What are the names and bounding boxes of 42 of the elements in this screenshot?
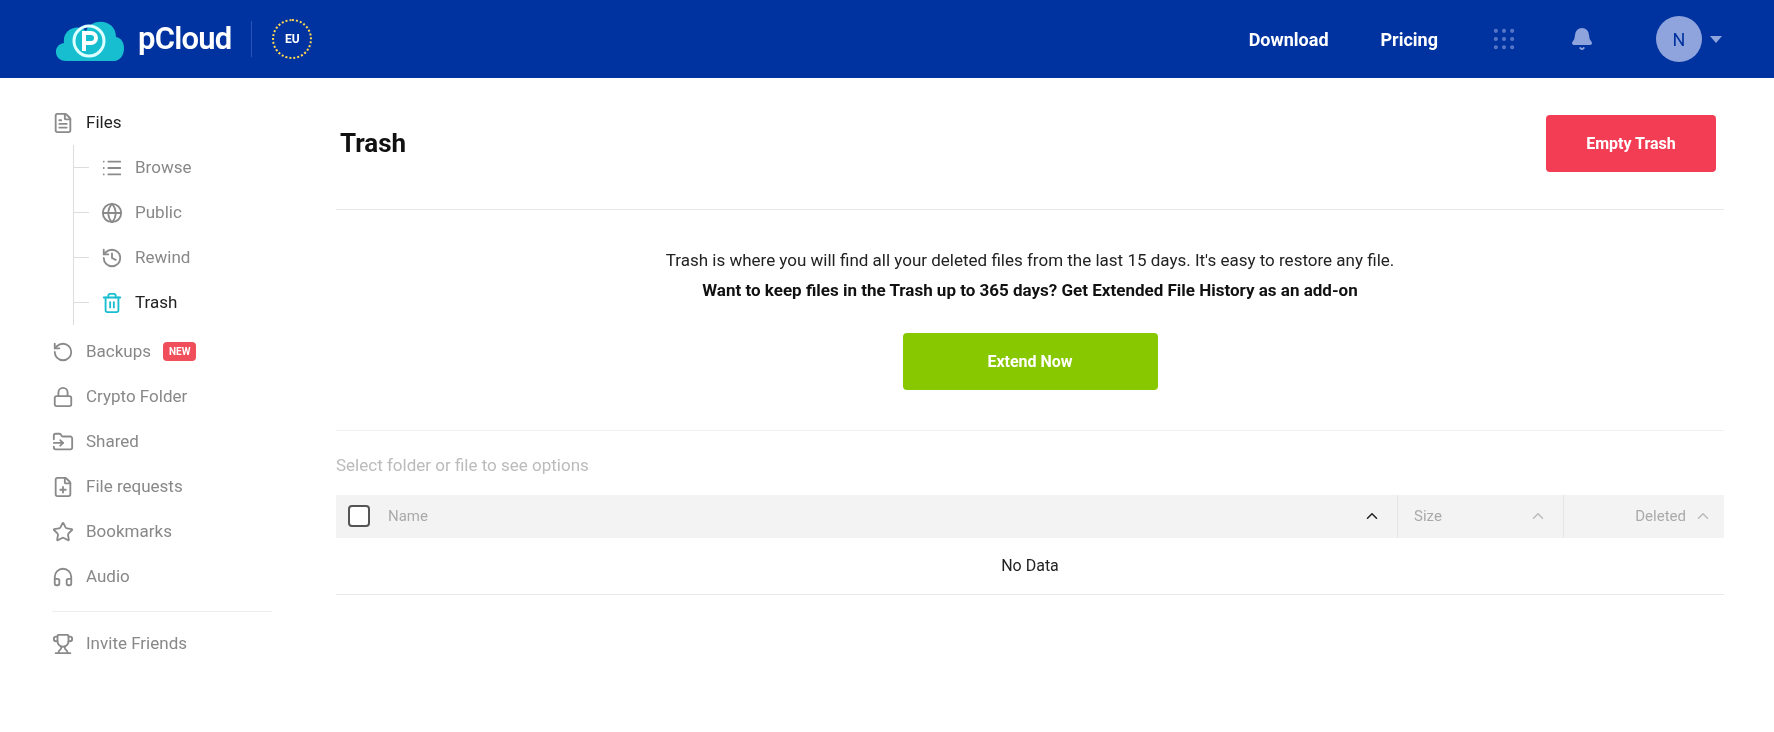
- shared-folder-icon: [52, 430, 74, 453]
- sidebar-item[interactable]: Crypto Folder: [86, 383, 188, 410]
- selection-hint: Select folder or file to see options: [336, 454, 590, 477]
- sidebar-item[interactable]: Shared: [86, 428, 139, 455]
- sidebar-item[interactable]: Browse: [135, 154, 192, 181]
- star-icon: [52, 520, 74, 543]
- sidebar-item[interactable]: File requests: [86, 473, 183, 500]
- sidebar-item[interactable]: Trash: [135, 289, 178, 316]
- globe-icon: [101, 201, 123, 224]
- file-icon: [52, 111, 74, 134]
- sidebar-item[interactable]: Files: [86, 109, 122, 136]
- sidebar-item[interactable]: Backups: [86, 338, 152, 365]
- promo-text: Want to keep files in the Trash up to 365 days? Get Extended File History as an add-on: [702, 278, 1358, 302]
- avatar[interactable]: N: [1656, 16, 1702, 62]
- sidebar-item[interactable]: Public: [135, 199, 182, 226]
- select-all-checkbox[interactable]: [348, 505, 370, 527]
- sidebar-item[interactable]: Audio: [86, 563, 130, 590]
- headphones-icon: [52, 565, 74, 588]
- invite-friends-link[interactable]: Invite Friends: [86, 631, 187, 657]
- lock-icon: [52, 385, 74, 408]
- nav-link[interactable]: Download: [1248, 25, 1329, 53]
- history-icon: [101, 246, 123, 269]
- column-header[interactable]: Name: [388, 504, 1363, 528]
- backup-icon: [52, 340, 74, 363]
- logo-text: pCloud: [138, 18, 232, 59]
- sidebar-item[interactable]: Bookmarks: [86, 518, 172, 545]
- notifications-icon[interactable]: [1570, 27, 1594, 51]
- empty-table-message: No Data: [1001, 554, 1059, 577]
- trophy-icon: [52, 633, 74, 655]
- nav-link[interactable]: Pricing: [1380, 25, 1438, 53]
- trash-icon: [101, 291, 123, 314]
- sidebar-item[interactable]: Rewind: [135, 244, 191, 271]
- new-badge: NEW: [163, 342, 197, 361]
- file-plus-icon: [52, 475, 74, 498]
- trash-info-text: Trash is where you will find all your deleted files from the last 15 days. It's easy to restore any file.: [665, 249, 1395, 272]
- extend-now-button[interactable]: Extend Now: [902, 333, 1158, 390]
- empty-trash-button[interactable]: Empty Trash: [1546, 115, 1716, 172]
- eu-badge: EU: [272, 19, 313, 59]
- page-title: Trash: [340, 127, 407, 160]
- column-header[interactable]: Size: [1414, 504, 1529, 528]
- caret-icon[interactable]: [1710, 35, 1722, 43]
- column-header[interactable]: Deleted: [1564, 504, 1686, 528]
